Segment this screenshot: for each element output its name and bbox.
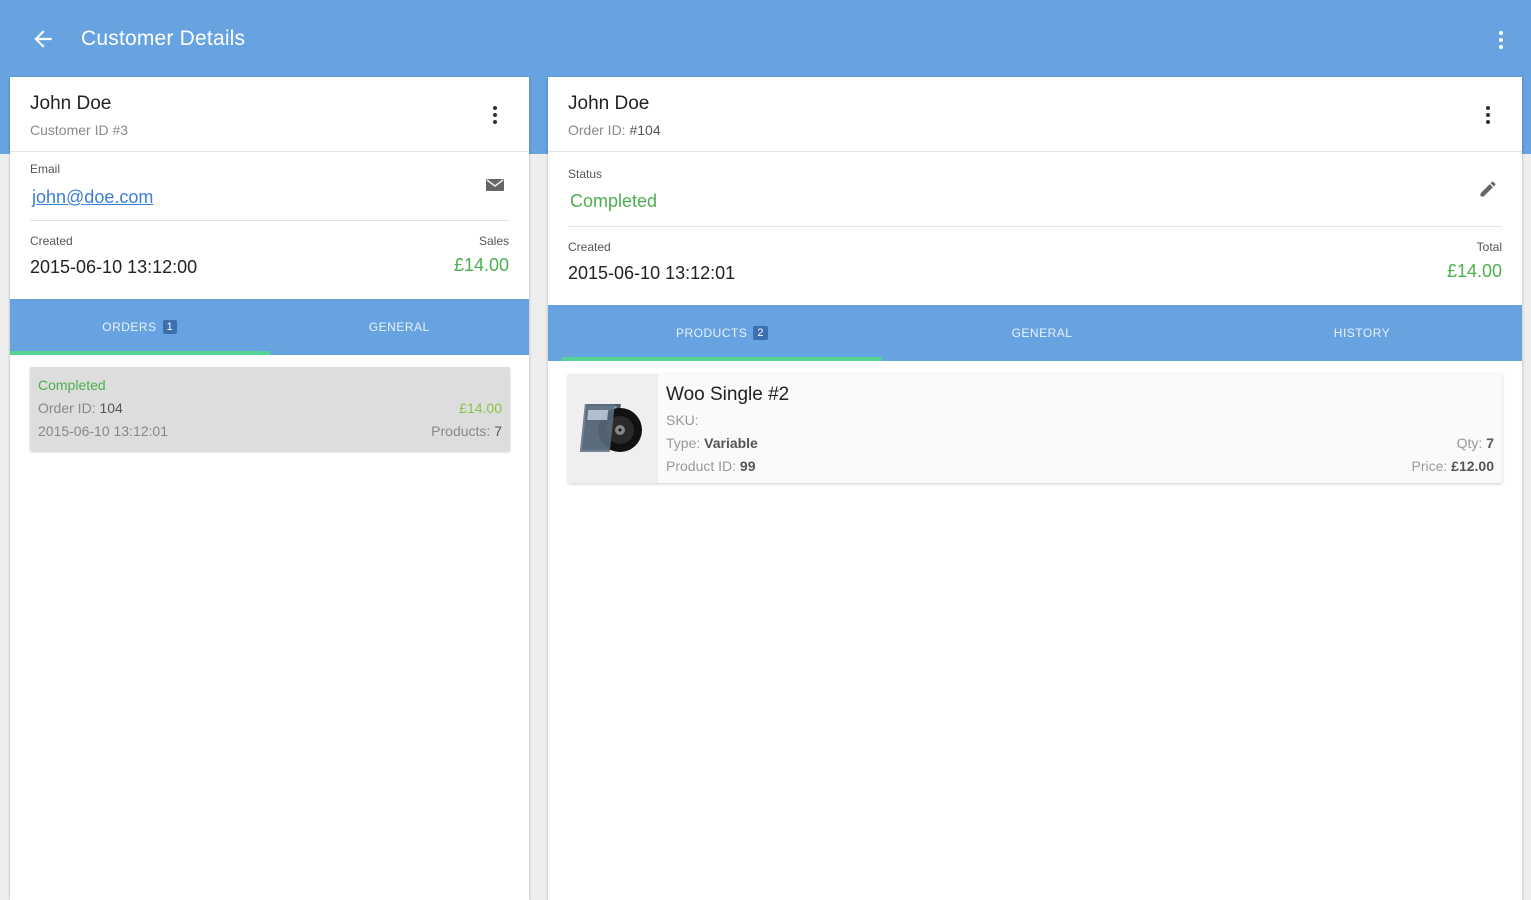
customer-panel: John Doe Customer ID #3 Email john@doe.c… [10,77,529,900]
tab-label: HISTORY [1333,326,1391,340]
tab-badge: 2 [753,326,768,340]
product-id-value: 99 [739,458,756,474]
product-name: Woo Single #2 [666,384,790,405]
order-id-value: #104 [629,122,661,138]
created-value: 2015-06-10 13:12:01 [568,263,736,283]
tab-label: GENERAL [1011,326,1073,340]
pencil-icon[interactable] [1478,179,1498,199]
order-products: Products: 7 [431,423,502,439]
product-card[interactable]: Woo Single #2 SKU: Type: Variable Produc… [568,374,1502,483]
product-price-label: Price: [1411,458,1448,474]
product-qty: Qty: 7 [1457,435,1494,451]
tab-badge: 1 [162,320,178,334]
customer-name: John Doe [30,93,112,114]
tab-label: PRODUCTS [676,326,748,340]
status-label: Status [568,167,603,181]
customer-tabs: ORDERS 1 GENERAL [10,299,529,355]
order-id-value: 104 [99,400,123,416]
customer-id: Customer ID #3 [30,122,129,138]
order-id: Order ID: 104 [38,400,123,416]
product-type-label: Type: [666,435,701,451]
tab-orders[interactable]: ORDERS 1 [10,299,270,355]
vinyl-record-icon [568,374,658,483]
more-vert-icon[interactable] [487,103,503,127]
divider [30,220,509,221]
product-sku: SKU: [666,412,699,428]
order-id-line: Order ID: #104 [568,122,661,138]
order-card[interactable]: Completed Order ID: 104 2015-06-10 13:12… [30,367,510,451]
order-tabs: PRODUCTS 2 GENERAL HISTORY [548,305,1522,361]
status-value: Completed [570,191,658,211]
order-panel: John Doe Order ID: #104 Status Completed… [548,77,1522,900]
page-title: Customer Details [81,27,246,50]
order-products-label: Products: [431,423,491,439]
product-qty-label: Qty: [1456,435,1483,451]
more-vert-icon[interactable] [1480,103,1496,127]
sales-value: £14.00 [453,255,509,275]
tab-label: ORDERS [102,320,157,334]
arrow-left-icon[interactable] [30,26,56,52]
created-label: Created [568,240,611,254]
email-label: Email [30,162,61,176]
order-customer-name: John Doe [568,93,650,114]
order-products-value: 7 [494,423,502,439]
email-link[interactable]: john@doe.com [32,187,153,208]
more-vert-icon[interactable] [1491,27,1511,53]
order-id-label: Order ID: [568,122,626,138]
mail-icon[interactable] [485,177,505,193]
order-header: John Doe Order ID: #104 [548,77,1522,152]
product-price: Price: £12.00 [1411,458,1494,474]
order-status: Completed [38,377,106,393]
product-type-value: Variable [704,435,758,451]
product-price-value: £12.00 [1451,458,1494,474]
product-id: Product ID: 99 [666,458,756,474]
created-value: 2015-06-10 13:12:00 [30,257,198,277]
product-id-label: Product ID: [666,458,737,474]
tab-products[interactable]: PRODUCTS 2 [562,305,882,361]
tab-general[interactable]: GENERAL [882,305,1202,361]
total-label: Total [1476,240,1502,254]
tab-history[interactable]: HISTORY [1202,305,1522,361]
order-date: 2015-06-10 13:12:01 [38,423,168,439]
divider [568,226,1502,227]
product-qty-value: 7 [1486,435,1494,451]
customer-header: John Doe Customer ID #3 [10,77,529,152]
order-id-label: Order ID: [38,400,96,416]
product-type: Type: Variable [666,435,758,451]
sales-label: Sales [478,234,509,248]
tab-general[interactable]: GENERAL [270,299,530,355]
total-value: £14.00 [1446,261,1502,281]
order-amount: £14.00 [459,400,502,416]
created-label: Created [30,234,73,248]
tab-label: GENERAL [368,320,430,334]
